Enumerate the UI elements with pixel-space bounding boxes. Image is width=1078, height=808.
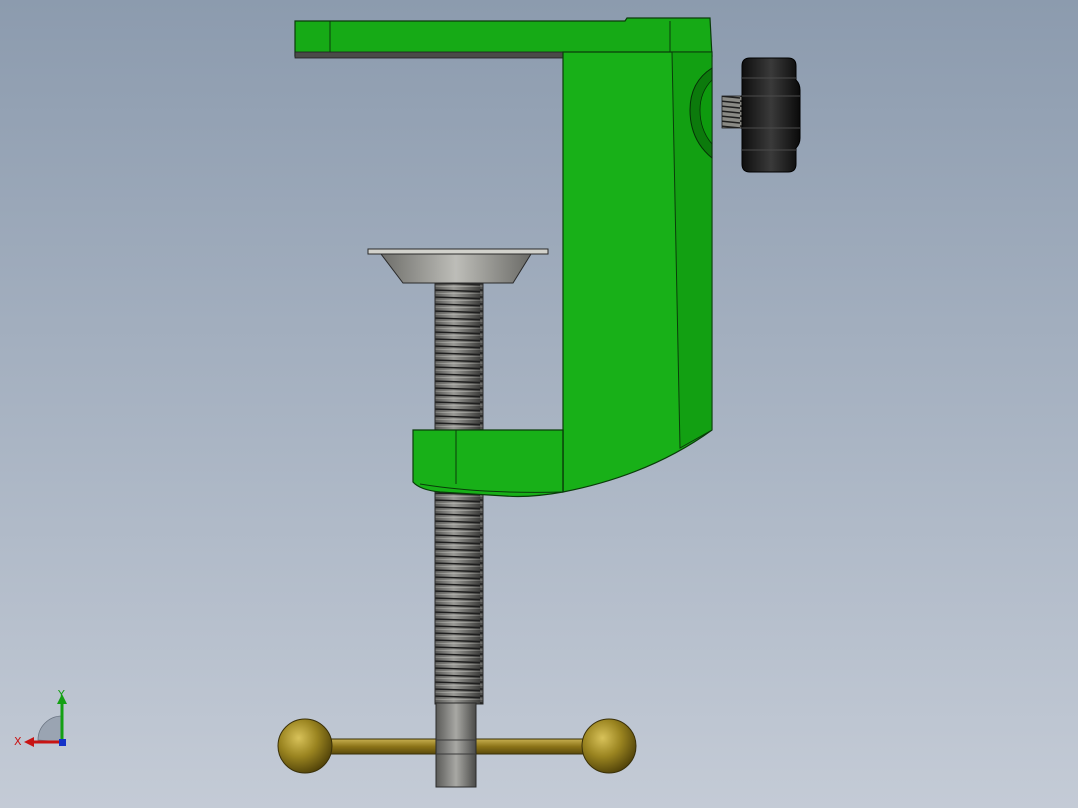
clamp-model[interactable] <box>0 0 1078 808</box>
x-axis-label: X <box>14 735 22 748</box>
triad-arc <box>37 715 63 743</box>
z-axis-marker <box>59 739 66 746</box>
reference-triad: Y X <box>14 688 67 748</box>
x-axis-head <box>24 737 34 747</box>
t-handle[interactable] <box>277 702 637 788</box>
pressure-pad[interactable] <box>367 248 549 284</box>
set-spring[interactable] <box>721 95 743 129</box>
y-axis-label: Y <box>57 688 65 701</box>
graphics-viewport[interactable]: Y X <box>0 0 1078 808</box>
thumb-knob[interactable] <box>741 57 801 173</box>
